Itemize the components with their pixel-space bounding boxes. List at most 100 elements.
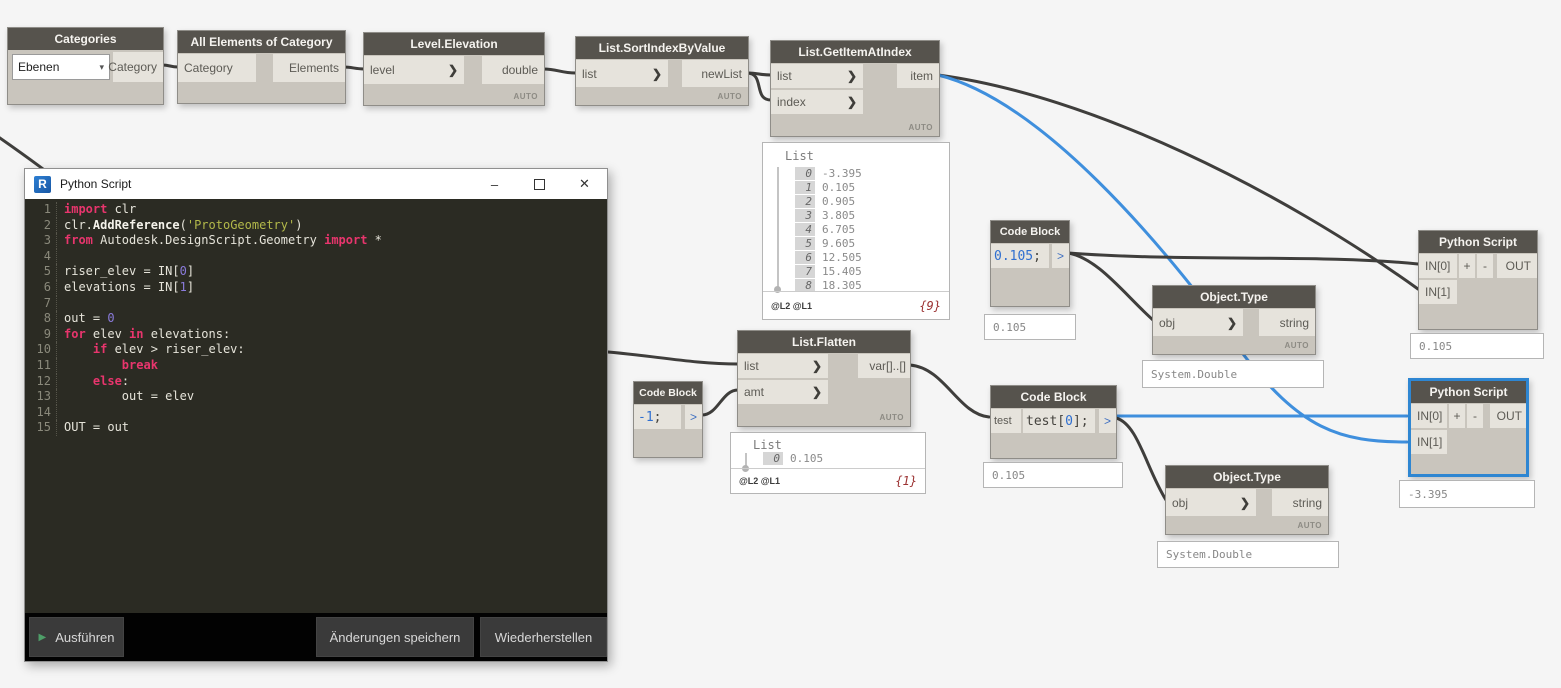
node-code-block-test[interactable]: Code Block test test[0]; >	[990, 385, 1117, 459]
node-title[interactable]: Code Block	[991, 386, 1116, 408]
code-line[interactable]: 7	[25, 295, 607, 312]
node-title[interactable]: Code Block	[991, 221, 1069, 243]
port-in-0[interactable]: IN[0]	[1419, 254, 1457, 278]
code-line[interactable]: 1 import clr	[25, 202, 607, 218]
port-out-item[interactable]: item	[897, 64, 939, 88]
code-line[interactable]: 13 out = elev	[25, 389, 607, 405]
port-in-list[interactable]: list ❯	[738, 354, 828, 378]
code-line[interactable]: 11 break	[25, 357, 607, 374]
wire-sortindex-to-getitem-index[interactable]	[745, 71, 773, 102]
node-code-block-neg1[interactable]: Code Block -1; >	[633, 381, 703, 458]
port-in-category[interactable]: Category	[178, 54, 256, 82]
dynamo-canvas[interactable]: Categories Ebenen ▾ Category All Element…	[0, 0, 1561, 688]
node-title[interactable]: Level.Elevation	[364, 33, 544, 55]
port-in-amt[interactable]: amt ❯	[738, 380, 828, 404]
wire-riser-to-objecttype-top[interactable]	[1066, 251, 1155, 322]
node-title[interactable]: Python Script	[1411, 381, 1526, 403]
window-titlebar[interactable]: R Python Script – ✕	[25, 169, 607, 199]
code-line[interactable]: 12 else:	[25, 373, 607, 390]
close-button[interactable]: ✕	[562, 169, 607, 199]
wire-hidden-to-flatten-list[interactable]	[606, 350, 740, 366]
python-editor-window[interactable]: R Python Script – ✕ 1 import clr 2 clr.AddR…	[24, 168, 608, 662]
port-out-string[interactable]: string	[1259, 309, 1315, 336]
minimize-button[interactable]: –	[472, 169, 517, 199]
wire-allelements-to-level[interactable]	[342, 65, 366, 71]
code-line[interactable]: 5 riser_elev = IN[0]	[25, 264, 607, 280]
port-out[interactable]: >	[685, 405, 702, 429]
code-block-expression[interactable]: test[0];	[1023, 409, 1095, 433]
add-input-button[interactable]: +	[1459, 254, 1475, 278]
code-line[interactable]: 14	[25, 404, 607, 421]
wire-level-to-sortindex[interactable]	[541, 67, 578, 75]
port-out-category[interactable]: Category	[108, 52, 163, 82]
port-out-double[interactable]: double	[482, 56, 544, 84]
port-in-index[interactable]: index ❯	[771, 90, 863, 114]
node-title[interactable]: Code Block	[634, 382, 702, 404]
port-out[interactable]: >	[1099, 409, 1116, 433]
revert-button[interactable]: Wiederherstellen	[480, 617, 607, 657]
node-list-getitematindex[interactable]: List.GetItemAtIndex list ❯ index ❯ item …	[770, 40, 940, 137]
port-in-list[interactable]: list ❯	[576, 60, 668, 87]
wire-neg1-to-flatten-amt[interactable]	[700, 388, 740, 417]
node-title[interactable]: List.Flatten	[738, 331, 910, 353]
port-in-obj[interactable]: obj ❯	[1166, 489, 1256, 516]
code-block-expression[interactable]: 0.105;	[991, 244, 1049, 268]
wire-categories-to-allelements[interactable]	[160, 63, 180, 69]
port-out-elements[interactable]: Elements	[273, 54, 345, 82]
node-object-type-bottom[interactable]: Object.Type obj ❯ string AUTO	[1165, 465, 1329, 535]
node-title[interactable]: Object.Type	[1166, 466, 1328, 488]
code-editor[interactable]: 1 import clr 2 clr.AddReference('ProtoGeome…	[25, 199, 607, 613]
maximize-button[interactable]	[517, 169, 562, 199]
run-button[interactable]: ▶ Ausführen	[29, 617, 124, 657]
code-line[interactable]: 9 for elev in elevations:	[25, 326, 607, 343]
code-line[interactable]: 2 clr.AddReference('ProtoGeometry')	[25, 217, 607, 234]
code-line[interactable]: 3 from Autodesk.DesignScript.Geometry imp…	[25, 233, 607, 249]
wire-test-to-objecttype-bottom[interactable]	[1114, 416, 1168, 502]
node-title[interactable]: Object.Type	[1153, 286, 1315, 308]
node-categories[interactable]: Categories Ebenen ▾ Category	[7, 27, 164, 105]
node-title[interactable]: Python Script	[1419, 231, 1537, 253]
add-input-button[interactable]: +	[1449, 404, 1465, 428]
node-title[interactable]: Categories	[8, 28, 163, 50]
port-out[interactable]: OUT	[1497, 254, 1537, 278]
watch-levels[interactable]: @L2 @L1	[771, 301, 812, 311]
port-in-test[interactable]: test	[991, 409, 1021, 433]
node-python-script-top[interactable]: Python Script IN[0] + - OUT IN[1]	[1418, 230, 1538, 330]
port-in-1[interactable]: IN[1]	[1419, 280, 1457, 304]
categories-dropdown[interactable]: Ebenen ▾	[12, 54, 110, 80]
code-line[interactable]: 10 if elev > riser_elev:	[25, 342, 607, 358]
node-list-flatten[interactable]: List.Flatten list ❯ amt ❯ var[]..[] AUTO	[737, 330, 911, 427]
port-out[interactable]: OUT	[1490, 404, 1526, 428]
port-out-newlist[interactable]: newList	[682, 60, 748, 87]
node-code-block-riser[interactable]: Code Block 0.105; >	[990, 220, 1070, 307]
node-title[interactable]: List.GetItemAtIndex	[771, 41, 939, 63]
list-index: 6	[795, 250, 815, 264]
port-in-list[interactable]: list ❯	[771, 64, 863, 88]
node-object-type-top[interactable]: Object.Type obj ❯ string AUTO	[1152, 285, 1316, 355]
port-in-1[interactable]: IN[1]	[1411, 430, 1447, 454]
node-python-script-bottom[interactable]: Python Script IN[0] + - OUT IN[1]	[1408, 378, 1529, 477]
node-level-elevation[interactable]: Level.Elevation level ❯ double AUTO	[363, 32, 545, 106]
node-list-sortindexbyvalue[interactable]: List.SortIndexByValue list ❯ newList AUT…	[575, 36, 749, 106]
code-line[interactable]: 8 out = 0	[25, 311, 607, 327]
code-line[interactable]: 15 OUT = out	[25, 420, 607, 436]
port-out[interactable]: >	[1052, 244, 1069, 268]
code-text: clr.AddReference('ProtoGeometry')	[57, 218, 302, 234]
wire-flatten-to-codeblocktest[interactable]	[908, 363, 991, 419]
node-title[interactable]: List.SortIndexByValue	[576, 37, 748, 59]
watch-scroll-track[interactable]	[777, 167, 779, 289]
port-in-level[interactable]: level ❯	[364, 56, 464, 84]
watch-levels[interactable]: @L2 @L1	[739, 476, 780, 486]
port-in-0[interactable]: IN[0]	[1411, 404, 1447, 428]
code-block-expression[interactable]: -1;	[634, 405, 681, 429]
node-all-elements-of-category[interactable]: All Elements of Category Category Elemen…	[177, 30, 346, 104]
code-line[interactable]: 6 elevations = IN[1]	[25, 279, 607, 296]
remove-input-button[interactable]: -	[1477, 254, 1493, 278]
save-changes-button[interactable]: Änderungen speichern	[316, 617, 474, 657]
node-title[interactable]: All Elements of Category	[178, 31, 345, 53]
code-line[interactable]: 4	[25, 248, 607, 265]
port-out-var[interactable]: var[]..[]	[858, 354, 910, 378]
remove-input-button[interactable]: -	[1467, 404, 1483, 428]
port-out-string[interactable]: string	[1272, 489, 1328, 516]
port-in-obj[interactable]: obj ❯	[1153, 309, 1243, 336]
